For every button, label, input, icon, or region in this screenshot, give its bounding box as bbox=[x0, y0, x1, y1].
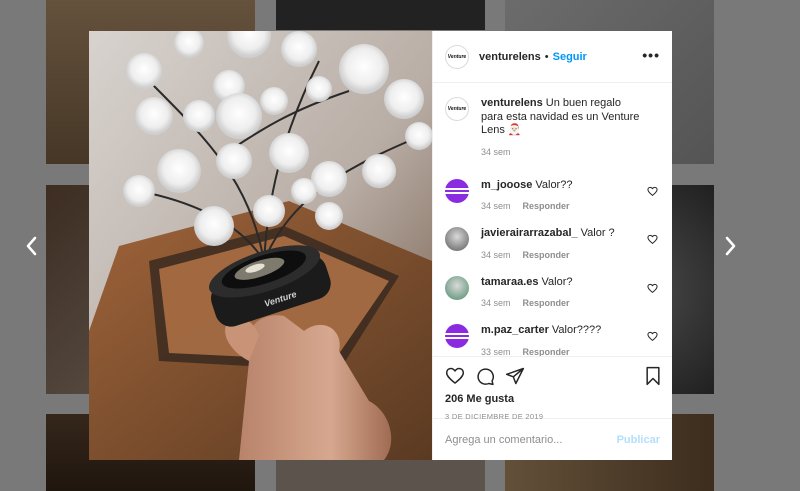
more-options-icon[interactable]: ••• bbox=[642, 48, 660, 62]
comment-item: m.paz_carter Valor???? 33 sem Responder bbox=[445, 324, 660, 356]
reply-button[interactable]: Responder bbox=[523, 298, 570, 308]
comment-time[interactable]: 33 sem bbox=[481, 347, 511, 357]
post-date[interactable]: 3 DE DICIEMBRE DE 2019 bbox=[445, 412, 660, 421]
comment-time[interactable]: 34 sem bbox=[481, 250, 511, 260]
caption-time[interactable]: 34 sem bbox=[481, 147, 511, 157]
reply-button[interactable]: Responder bbox=[523, 250, 570, 260]
separator-dot: • bbox=[544, 50, 549, 63]
reply-button[interactable]: Responder bbox=[523, 347, 570, 357]
likes-count[interactable]: 206 Me gusta bbox=[445, 393, 660, 405]
heart-icon[interactable] bbox=[647, 186, 658, 197]
avatar[interactable]: Venture bbox=[445, 44, 469, 69]
comment-input[interactable] bbox=[445, 433, 617, 446]
post-actions: 206 Me gusta 3 DE DICIEMBRE DE 2019 bbox=[433, 356, 672, 421]
post-header: Venture venturelens • Seguir ••• bbox=[433, 31, 672, 83]
comment-item: m_jooose Valor?? 34 sem Responder bbox=[445, 178, 660, 211]
comment-item: javierairarrazabal_ Valor ? 34 sem Responde… bbox=[445, 227, 660, 260]
bookmark-icon[interactable] bbox=[644, 366, 662, 386]
comment-username[interactable]: javierairarrazabal_ bbox=[481, 227, 578, 239]
post-photo[interactable]: Venture bbox=[89, 31, 432, 460]
heart-icon[interactable] bbox=[445, 366, 465, 386]
avatar-logo-text: Venture bbox=[447, 106, 467, 112]
heart-icon[interactable] bbox=[647, 234, 658, 245]
comment-item: tamaraa.es Valor? 34 sem Responder bbox=[445, 275, 660, 308]
avatar[interactable] bbox=[445, 275, 469, 300]
post-side-panel: Venture venturelens • Seguir ••• Venture… bbox=[432, 31, 672, 460]
avatar-logo-text: Venture bbox=[447, 53, 467, 60]
post-author-username[interactable]: venturelens bbox=[479, 51, 541, 63]
comment-username[interactable]: tamaraa.es bbox=[481, 276, 539, 288]
add-comment-bar: Publicar bbox=[433, 418, 672, 460]
comment-text: Valor???? bbox=[551, 324, 602, 336]
caption-username[interactable]: venturelens bbox=[481, 97, 543, 109]
comment-username[interactable]: m_jooose bbox=[481, 179, 532, 191]
chevron-left-icon[interactable] bbox=[20, 232, 44, 260]
caption: Venture venturelens Un buen regalo para e… bbox=[445, 97, 660, 157]
avatar[interactable]: Venture bbox=[445, 97, 469, 121]
avatar[interactable] bbox=[445, 178, 469, 203]
comment-text: Valor? bbox=[541, 275, 573, 288]
comment-time[interactable]: 34 sem bbox=[481, 298, 511, 308]
comment-username[interactable]: m.paz_carter bbox=[481, 324, 549, 336]
heart-icon[interactable] bbox=[647, 331, 658, 342]
comment-icon[interactable] bbox=[475, 366, 495, 386]
post-photo-illustration: Venture bbox=[89, 31, 432, 460]
comments-list[interactable]: Venture venturelens Un buen regalo para e… bbox=[433, 83, 672, 356]
publish-button[interactable]: Publicar bbox=[617, 434, 660, 446]
chevron-right-icon[interactable] bbox=[718, 232, 742, 260]
avatar[interactable] bbox=[445, 324, 469, 348]
paper-plane-icon[interactable] bbox=[505, 366, 525, 386]
reply-button[interactable]: Responder bbox=[523, 201, 570, 211]
avatar[interactable] bbox=[445, 227, 469, 251]
comment-time[interactable]: 34 sem bbox=[481, 201, 511, 211]
follow-button[interactable]: Seguir bbox=[553, 51, 587, 63]
heart-icon[interactable] bbox=[647, 283, 658, 294]
comment-text: Valor ? bbox=[580, 227, 615, 239]
comment-text: Valor?? bbox=[535, 178, 573, 191]
post-modal: Venture Venture venturelens • Seguir •••… bbox=[89, 31, 672, 460]
